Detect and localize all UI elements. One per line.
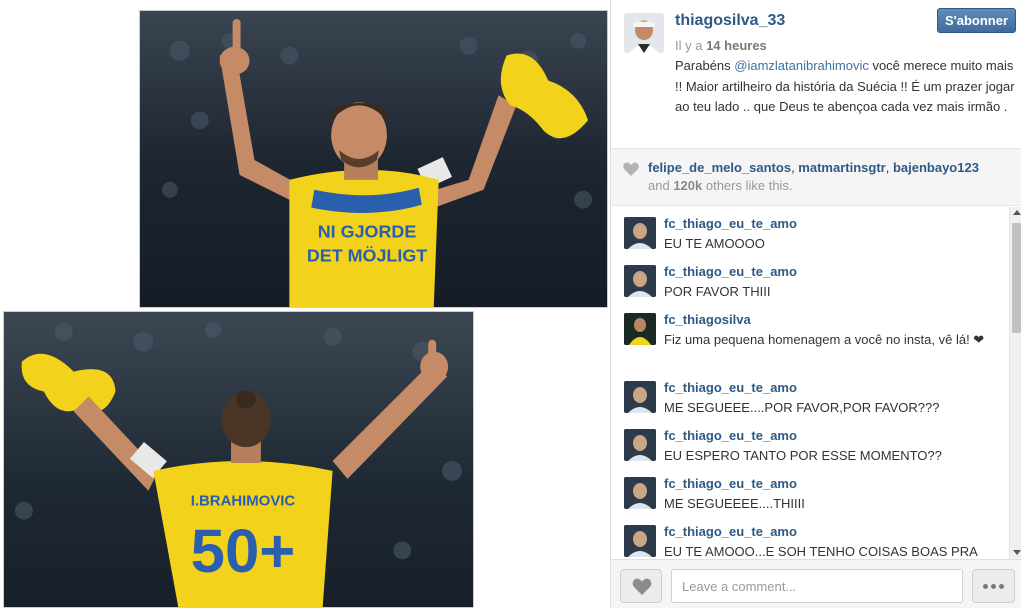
comment-avatar[interactable]: [624, 381, 656, 413]
comment-avatar[interactable]: [624, 313, 656, 345]
comment-username[interactable]: fc_thiago_eu_te_amo: [664, 428, 797, 443]
caption-before: Parabéns: [675, 58, 735, 73]
post-caption: Parabéns @iamzlatanibrahimovic você mere…: [675, 56, 1015, 118]
likes-others-count[interactable]: 120k: [673, 178, 702, 193]
caption-mention-link[interactable]: @iamzlatanibrahimovic: [734, 58, 869, 73]
likes-others-suffix: others like this.: [702, 178, 793, 193]
comment-text: ME SEGUEEE....POR FAVOR,POR FAVOR???: [664, 400, 940, 415]
comment-footer: [611, 559, 1021, 608]
comment-text: Fiz uma pequena homenagem a você no inst…: [664, 332, 985, 347]
like-user-1[interactable]: felipe_de_melo_santos: [648, 160, 791, 175]
comment-text: EU ESPERO TANTO POR ESSE MOMENTO??: [664, 448, 942, 463]
comment-text: POR FAVOR THIII: [664, 284, 771, 299]
jersey-text-line1: NI GJORDE: [318, 221, 417, 241]
comment-avatar[interactable]: [624, 429, 656, 461]
player-back-view-image: I.BRAHIMOVIC 50+: [4, 312, 473, 607]
owner-avatar[interactable]: [624, 13, 664, 53]
heart-icon: [623, 162, 639, 176]
jersey-number: 50+: [191, 517, 296, 586]
jersey-name: I.BRAHIMOVIC: [191, 494, 296, 510]
more-options-button[interactable]: [972, 569, 1015, 603]
likes-others-prefix: and: [648, 178, 674, 193]
comment-username[interactable]: fc_thiago_eu_te_amo: [664, 380, 797, 395]
post-photo-bottom[interactable]: I.BRAHIMOVIC 50+: [3, 311, 474, 608]
comment-avatar[interactable]: [624, 477, 656, 509]
comments-scrollbar[interactable]: [1009, 207, 1021, 559]
comment-avatar[interactable]: [624, 217, 656, 249]
player-celebrating-image: NI GJORDE DET MÖJLIGT: [140, 11, 607, 307]
like-user-3[interactable]: bajenbayo123: [893, 160, 979, 175]
comments-list: fc_thiago_eu_te_amo EU TE AMOOOO fc_thia…: [611, 207, 1009, 559]
instagram-post-viewer: NI GJORDE DET MÖJLIGT I.BRAHIMOVIC 50+ t…: [0, 0, 1021, 608]
comment-avatar[interactable]: [624, 265, 656, 297]
scroll-down-arrow-icon[interactable]: [1013, 550, 1021, 555]
post-media: NI GJORDE DET MÖJLIGT I.BRAHIMOVIC 50+: [0, 0, 610, 608]
comment-input[interactable]: [671, 569, 963, 603]
likes-users: felipe_de_melo_santos, matmartinsgtr, ba…: [648, 160, 979, 175]
post-time-prefix: Il y a: [675, 38, 707, 53]
heart-icon: [632, 578, 652, 595]
post-time-value: 14 heures: [706, 38, 767, 53]
comment-username[interactable]: fc_thiago_eu_te_amo: [664, 264, 797, 279]
comment-text: EU TE AMOOO...E SOH TENHO COISAS BOAS PR…: [664, 544, 978, 559]
like-button[interactable]: [620, 569, 662, 603]
scrollbar-thumb[interactable]: [1012, 223, 1021, 333]
jersey-text-line2: DET MÖJLIGT: [307, 245, 427, 265]
post-details-panel: thiagosilva_33 S'abonner Il y a 14 heure…: [610, 0, 1021, 608]
likes-count: and 120k others like this.: [648, 178, 793, 193]
comment-username[interactable]: fc_thiago_eu_te_amo: [664, 476, 797, 491]
follow-button[interactable]: S'abonner: [937, 8, 1016, 33]
scroll-up-arrow-icon[interactable]: [1013, 210, 1021, 215]
post-header: thiagosilva_33 S'abonner Il y a 14 heure…: [611, 0, 1021, 148]
like-user-2[interactable]: matmartinsgtr: [798, 160, 885, 175]
likes-section: felipe_de_melo_santos, matmartinsgtr, ba…: [611, 148, 1021, 206]
post-timestamp: Il y a 14 heures: [675, 38, 767, 53]
owner-username[interactable]: thiagosilva_33: [675, 12, 785, 30]
comment-username[interactable]: fc_thiagosilva: [664, 312, 751, 327]
comment-text: EU TE AMOOOO: [664, 236, 765, 251]
comment-avatar[interactable]: [624, 525, 656, 557]
comment-username[interactable]: fc_thiago_eu_te_amo: [664, 216, 797, 231]
comment-text: ME SEGUEEEE....THIIII: [664, 496, 805, 511]
comment-username[interactable]: fc_thiago_eu_te_amo: [664, 524, 797, 539]
ellipsis-icon: [982, 576, 1006, 593]
post-photo-top[interactable]: NI GJORDE DET MÖJLIGT: [139, 10, 608, 308]
